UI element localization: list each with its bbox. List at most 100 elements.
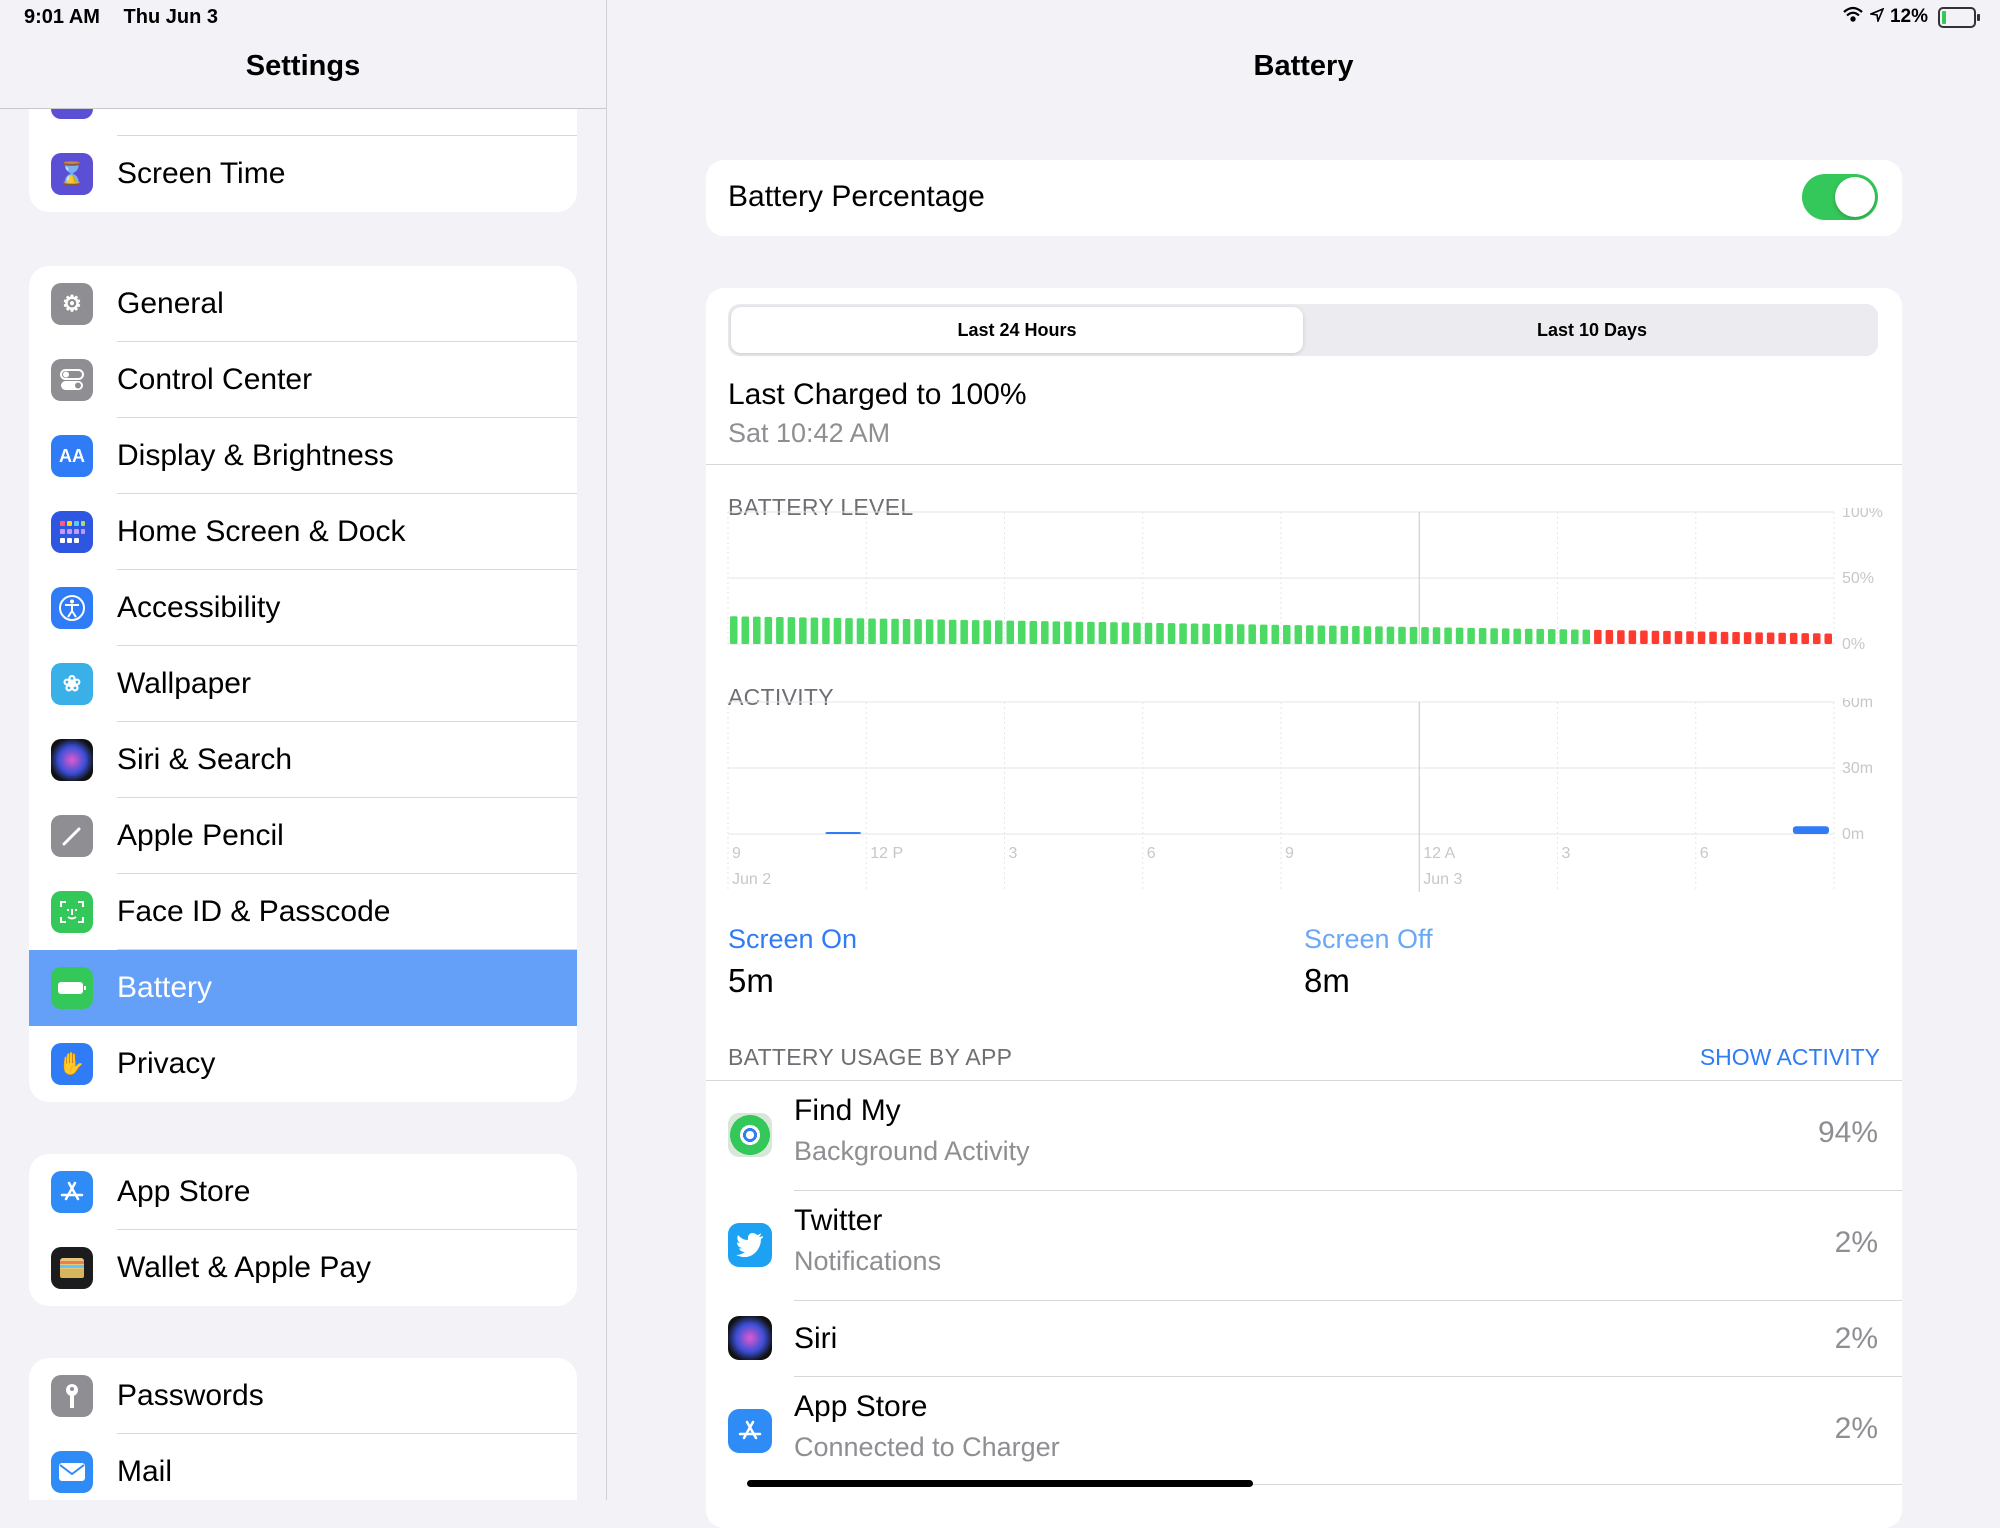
activity-chart: 60m 30m 0m 9 12 P 3 6 9 12 A 3 6 Jun 2 Jun 3 <box>727 698 1873 892</box>
sidebar-item-general[interactable]: ⚙ General <box>29 266 577 342</box>
battery-level-bar <box>730 616 738 644</box>
sidebar-group-3: App Store Wallet & Apple Pay <box>29 1154 577 1306</box>
app-usage-percent: 2% <box>1834 1322 1878 1355</box>
battery-level-bar <box>1766 632 1775 644</box>
sidebar-item-battery[interactable]: Battery <box>29 950 577 1026</box>
y-tick-label: 30m <box>1842 760 1873 777</box>
battery-level-bar <box>1363 626 1372 644</box>
list-item-twitter[interactable]: Twitter Notifications 2% <box>706 1190 1902 1300</box>
battery-level-bar <box>1709 631 1717 644</box>
app-store-icon <box>51 1171 93 1213</box>
battery-level-bar <box>925 619 934 644</box>
battery-status-icon <box>1938 6 1980 28</box>
app-name: Find My <box>794 1094 901 1127</box>
x-date-label: Jun 2 <box>732 871 771 888</box>
sidebar-group-2: ⚙ General Control Center AA Display & Br… <box>29 266 577 1102</box>
sidebar-item-label: Wallet & Apple Pay <box>117 1251 372 1284</box>
sidebar-item-display-brightness[interactable]: AA Display & Brightness <box>29 418 577 494</box>
battery-level-bar <box>1144 622 1153 644</box>
app-subtitle: Connected to Charger <box>794 1432 1060 1462</box>
tab-last-10-days[interactable]: Last 10 Days <box>1306 307 1878 353</box>
sidebar-item-apple-pencil[interactable]: Apple Pencil <box>29 798 577 874</box>
battery-level-bar <box>1432 627 1441 644</box>
sidebar-item-label: Mail <box>117 1455 173 1488</box>
battery-level-bar <box>1686 631 1694 644</box>
status-time: 9:01 AM Thu Jun 3 <box>24 6 236 29</box>
sidebar-item-mail[interactable]: Mail <box>29 1434 577 1500</box>
key-icon <box>51 1375 93 1417</box>
battery-level-bar <box>1628 630 1637 644</box>
battery-level-bar <box>753 616 761 644</box>
battery-level-chart: 100% 50% 0% <box>727 508 1883 653</box>
battery-level-bar <box>1190 623 1199 644</box>
sidebar-item-accessibility[interactable]: Accessibility <box>29 570 577 646</box>
battery-level-bar <box>1755 632 1763 644</box>
sidebar-item-control-center[interactable]: Control Center <box>29 342 577 418</box>
battery-level-bar <box>914 619 922 644</box>
battery-level-bar <box>845 618 853 644</box>
sidebar-item-home-screen-dock[interactable]: Home Screen & Dock <box>29 494 577 570</box>
battery-level-bar <box>1421 627 1429 644</box>
sidebar-item-label: Screen Time <box>117 157 286 190</box>
battery-level-bar <box>1259 624 1268 644</box>
sidebar-item-face-id-passcode[interactable]: Face ID & Passcode <box>29 874 577 950</box>
list-item-app-store[interactable]: App Store Connected to Charger 2% <box>706 1376 1902 1486</box>
app-name: Siri <box>794 1322 838 1355</box>
sidebar-item-wallet[interactable]: Wallet & Apple Pay <box>29 1230 577 1306</box>
battery-level-bar <box>822 617 830 644</box>
siri-icon <box>51 739 93 781</box>
battery-level-bar <box>1605 630 1614 644</box>
battery-level-bar <box>948 619 957 644</box>
sidebar-group-4: Passwords Mail <box>29 1358 577 1500</box>
battery-level-bar <box>1340 625 1349 644</box>
battery-level-bar <box>1041 621 1049 644</box>
usage-by-app-heading: BATTERY USAGE BY APP <box>728 1044 1013 1070</box>
battery-level-bar <box>1571 629 1579 644</box>
sidebar-item-label: App Store <box>117 1175 251 1208</box>
app-name: Twitter <box>794 1204 883 1237</box>
sidebar-item-label: Siri & Search <box>117 743 293 776</box>
sidebar-item-privacy[interactable]: ✋ Privacy <box>29 1026 577 1102</box>
battery-level-bar <box>1213 623 1222 644</box>
battery-level-bar <box>776 617 784 644</box>
sidebar-item-app-store[interactable]: App Store <box>29 1154 577 1230</box>
sidebar-item-wallpaper[interactable]: ❀ Wallpaper <box>29 646 577 722</box>
sidebar-item-label: Accessibility <box>117 591 281 624</box>
sidebar-item-siri-search[interactable]: Siri & Search <box>29 722 577 798</box>
sidebar-item-label: Apple Pencil <box>117 819 284 852</box>
show-activity-button[interactable]: SHOW ACTIVITY <box>1700 1044 1880 1071</box>
battery-level-bar <box>1582 629 1591 644</box>
battery-level-bar <box>1444 627 1452 644</box>
wifi-icon <box>1842 6 1864 28</box>
battery-level-bar <box>1006 620 1015 644</box>
flower-icon: ❀ <box>51 663 93 705</box>
siri-icon <box>728 1316 772 1360</box>
battery-level-bar <box>1271 624 1279 644</box>
battery-level-bar <box>1352 626 1360 644</box>
battery-percentage-toggle[interactable] <box>1802 174 1878 220</box>
battery-level-bar <box>833 617 842 644</box>
y-tick-label: 50% <box>1842 570 1874 587</box>
status-indicators: 12% <box>1842 6 1980 28</box>
battery-level-bar <box>1029 620 1038 644</box>
battery-level-bar <box>1156 622 1164 644</box>
app-subtitle: Background Activity <box>794 1136 1030 1166</box>
battery-level-bar <box>1536 628 1544 644</box>
list-item-find-my[interactable]: Find My Background Activity 94% <box>706 1080 1902 1190</box>
battery-level-bar <box>1478 628 1487 644</box>
tab-last-24-hours[interactable]: Last 24 Hours <box>731 307 1303 353</box>
battery-level-bar <box>994 620 1003 644</box>
battery-level-bar <box>1306 625 1314 644</box>
sidebar-item-screen-time[interactable]: ⌛ Screen Time <box>29 136 577 212</box>
battery-percent-status: 12% <box>1889 6 1928 27</box>
sidebar-item-label: Face ID & Passcode <box>117 895 391 928</box>
sidebar-item-passwords[interactable]: Passwords <box>29 1358 577 1434</box>
sidebar-item-label: Display & Brightness <box>117 439 394 472</box>
list-item-siri[interactable]: Siri 2% <box>706 1300 1902 1376</box>
home-indicator <box>747 1480 1253 1487</box>
battery-level-bar <box>1467 627 1475 644</box>
battery-level-bar <box>741 616 750 644</box>
battery-level-bar <box>1121 622 1130 644</box>
battery-level-bar <box>879 618 888 644</box>
battery-level-bar <box>1732 631 1740 644</box>
